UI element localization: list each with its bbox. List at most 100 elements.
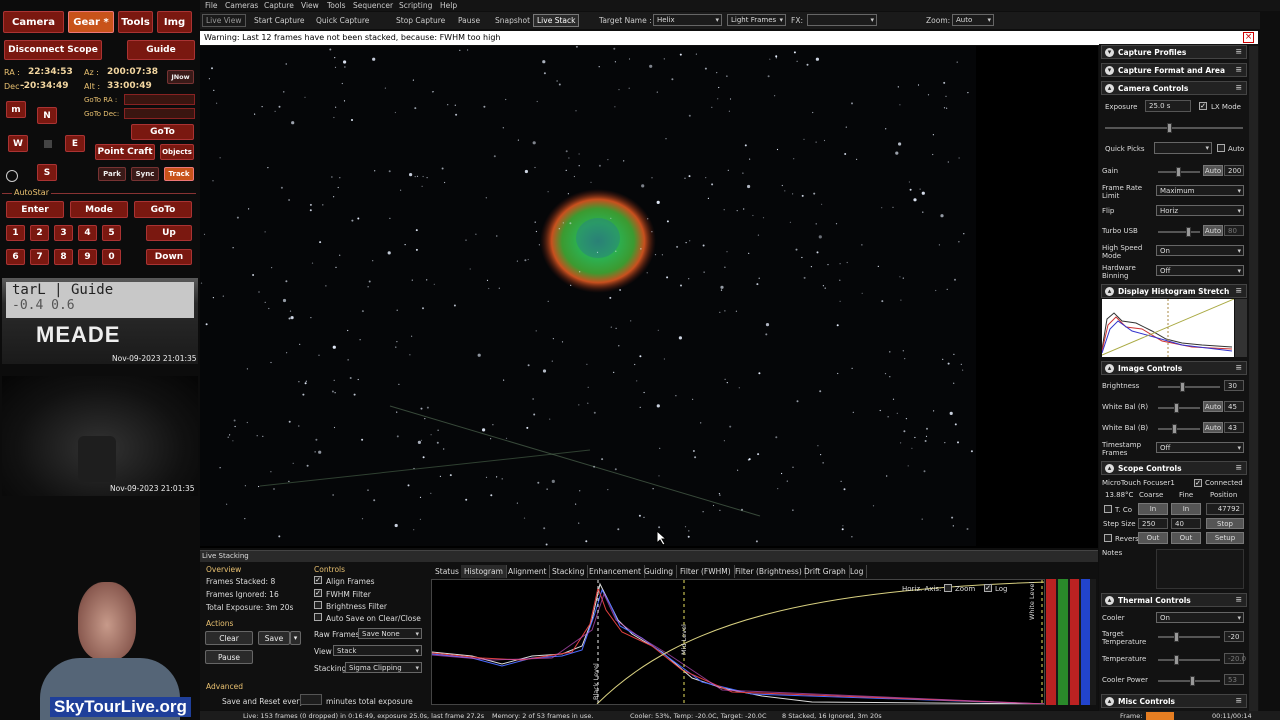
key-3[interactable]: 3	[54, 225, 73, 241]
tab-enhancement[interactable]: Enhancement	[586, 565, 645, 578]
speed-dial-icon[interactable]	[6, 170, 18, 182]
stacking-dropdown[interactable]: Sigma Clipping	[345, 662, 422, 673]
tab-camera[interactable]: Camera	[3, 11, 64, 33]
raw-frames-dropdown[interactable]: Save None	[358, 628, 422, 639]
quick-capture-button[interactable]: Quick Capture	[316, 16, 369, 25]
enter-button[interactable]: Enter	[6, 201, 64, 218]
menu-icon[interactable]: ≡	[1235, 83, 1242, 92]
target-temp-slider[interactable]	[1158, 632, 1220, 642]
goto-autostar-button[interactable]: GoTo	[134, 201, 192, 218]
disconnect-scope-button[interactable]: Disconnect Scope	[4, 40, 102, 60]
temp-comp-checkbox[interactable]	[1104, 505, 1112, 513]
point-craft-button[interactable]: Point Craft	[95, 144, 155, 160]
key-7[interactable]: 7	[30, 249, 49, 265]
menu-help[interactable]: Help	[440, 1, 457, 10]
menu-icon[interactable]: ≡	[1235, 286, 1242, 295]
menu-capture[interactable]: Capture	[264, 1, 294, 10]
live-view-button[interactable]: Live View	[202, 14, 246, 27]
goto-button[interactable]: GoTo	[131, 124, 194, 140]
advanced-label[interactable]: Advanced	[206, 682, 243, 691]
key-2[interactable]: 2	[30, 225, 49, 241]
key-4[interactable]: 4	[78, 225, 97, 241]
track-button[interactable]: Track	[164, 167, 194, 181]
tab-stacking[interactable]: Stacking	[549, 565, 589, 578]
tab-status[interactable]: Status	[432, 565, 463, 578]
cooler-dropdown[interactable]: On	[1156, 612, 1244, 623]
menu-icon[interactable]: ≡	[1235, 47, 1242, 56]
park-button[interactable]: Park	[98, 167, 126, 181]
quick-auto-checkbox[interactable]	[1217, 144, 1225, 152]
menu-icon[interactable]: ≡	[1235, 65, 1242, 74]
wb-blue-value[interactable]: 43	[1224, 422, 1244, 433]
zoom-dropdown[interactable]: Auto	[952, 14, 994, 26]
focuser-setup-button[interactable]: Setup	[1206, 532, 1244, 544]
binning-dropdown[interactable]: Off	[1156, 265, 1244, 276]
frame-rate-dropdown[interactable]: Maximum	[1156, 185, 1244, 196]
lx-mode-checkbox[interactable]: ✓	[1199, 102, 1207, 110]
key-0[interactable]: 0	[102, 249, 121, 265]
goto-dec-input[interactable]	[124, 108, 195, 119]
log-checkbox[interactable]: ✓	[984, 584, 992, 592]
turbo-usb-value[interactable]: 80	[1224, 225, 1244, 236]
capture-format-header[interactable]: ▾ Capture Format and Area ≡	[1101, 63, 1247, 77]
histogram-side-icons[interactable]	[1235, 299, 1247, 357]
zoom-checkbox[interactable]	[944, 584, 952, 592]
menu-tools[interactable]: Tools	[327, 1, 345, 10]
menu-icon[interactable]: ≡	[1235, 363, 1242, 372]
stack-pause-button[interactable]: Pause	[205, 650, 253, 664]
snapshot-button[interactable]: Snapshot	[495, 16, 530, 25]
gain-slider[interactable]	[1158, 167, 1200, 177]
key-9[interactable]: 9	[78, 249, 97, 265]
key-6[interactable]: 6	[6, 249, 25, 265]
connected-checkbox[interactable]: ✓	[1194, 479, 1202, 487]
tab-histogram[interactable]: Histogram	[461, 565, 507, 578]
image-viewport[interactable]	[200, 46, 1098, 548]
high-speed-dropdown[interactable]: On	[1156, 245, 1244, 256]
m-button[interactable]: m	[6, 101, 26, 118]
scope-controls-header[interactable]: ▴ Scope Controls ≡	[1101, 461, 1247, 475]
stack-clear-button[interactable]: Clear	[205, 631, 253, 645]
notes-textarea[interactable]	[1156, 549, 1244, 589]
key-8[interactable]: 8	[54, 249, 73, 265]
goto-ra-input[interactable]	[124, 94, 195, 105]
pause-button[interactable]: Pause	[458, 16, 480, 25]
tab-guiding[interactable]: Guiding	[641, 565, 678, 578]
jnow-button[interactable]: JNow	[167, 70, 194, 84]
camera-controls-header[interactable]: ▴ Camera Controls ≡	[1101, 81, 1247, 95]
auto-save-checkbox[interactable]	[314, 613, 322, 621]
wb-red-slider[interactable]	[1158, 403, 1200, 413]
guide-button[interactable]: Guide	[127, 40, 195, 60]
menu-sequencer[interactable]: Sequencer	[353, 1, 393, 10]
menu-icon[interactable]: ≡	[1235, 595, 1242, 604]
histogram-stretch-header[interactable]: ▴ Display Histogram Stretch ≡	[1101, 284, 1247, 298]
exposure-slider[interactable]	[1105, 123, 1243, 133]
tab-alignment[interactable]: Alignment	[505, 565, 551, 578]
wb-red-auto-button[interactable]: Auto	[1203, 401, 1223, 412]
brightness-filter-checkbox[interactable]	[314, 601, 322, 609]
fwhm-filter-checkbox[interactable]: ✓	[314, 589, 322, 597]
thermal-controls-header[interactable]: ▴ Thermal Controls ≡	[1101, 593, 1247, 607]
coarse-in-button[interactable]: In	[1138, 503, 1168, 515]
tab-log[interactable]: Log	[847, 565, 868, 578]
timestamp-dropdown[interactable]: Off	[1156, 442, 1244, 453]
stack-save-menu-button[interactable]: ▾	[290, 631, 301, 645]
display-histogram[interactable]	[1102, 299, 1234, 357]
tab-gear[interactable]: Gear *	[68, 11, 114, 33]
target-name-dropdown[interactable]: Helix	[653, 14, 722, 26]
align-frames-checkbox[interactable]: ✓	[314, 576, 322, 584]
quick-picks-dropdown[interactable]	[1154, 142, 1212, 154]
menu-icon[interactable]: ≡	[1235, 463, 1242, 472]
reverse-checkbox[interactable]	[1104, 534, 1112, 542]
stop-square[interactable]	[44, 140, 52, 148]
capture-profiles-header[interactable]: ▾ Capture Profiles ≡	[1101, 45, 1247, 59]
menu-scripting[interactable]: Scripting	[399, 1, 432, 10]
stack-histogram-graph[interactable]	[431, 579, 1045, 705]
brightness-value[interactable]: 30	[1224, 380, 1244, 391]
menu-view[interactable]: View	[301, 1, 319, 10]
west-button[interactable]: W	[8, 135, 28, 152]
stop-capture-button[interactable]: Stop Capture	[396, 16, 445, 25]
right-panel-scrollbar[interactable]	[1249, 46, 1258, 716]
wb-blue-slider[interactable]	[1158, 424, 1200, 434]
gain-auto-button[interactable]: Auto	[1203, 165, 1223, 176]
tab-filter-fwhm[interactable]: Filter (FWHM)	[677, 565, 735, 578]
